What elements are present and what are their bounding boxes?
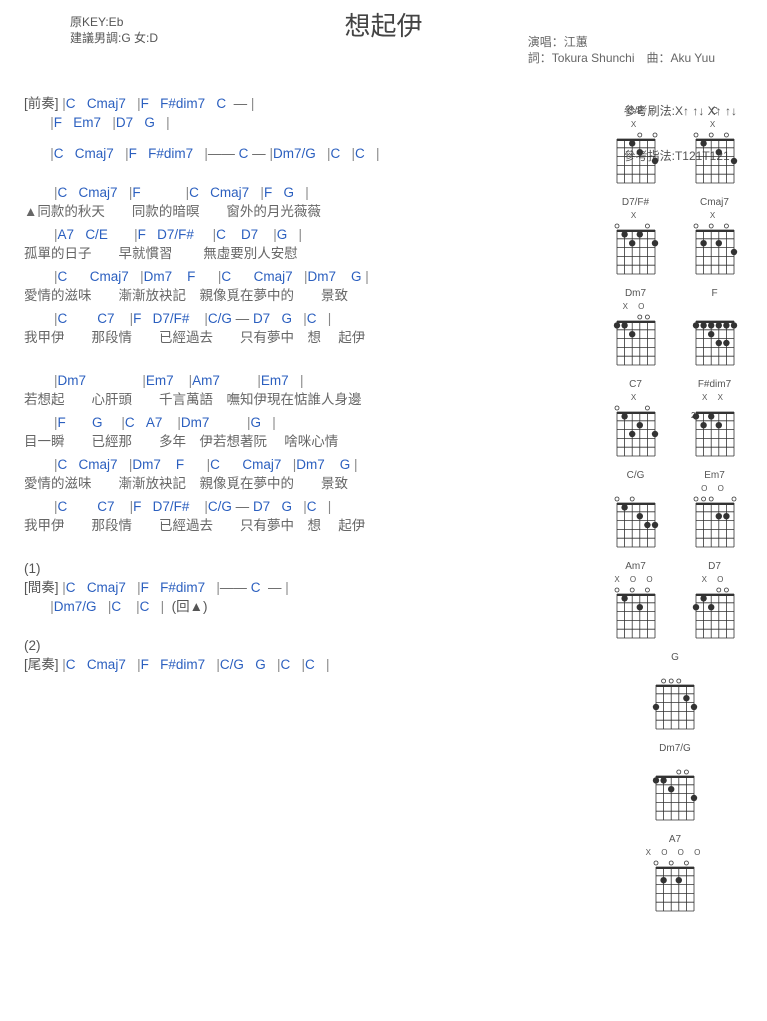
chord-diagram-marks: O O [701, 484, 728, 493]
chord-diagram-label: G [671, 652, 679, 664]
svg-text:2: 2 [691, 411, 696, 420]
intro-line-2: |F Em7 |D7 G | [24, 114, 624, 131]
chord-diagram-marks: X O [623, 302, 649, 311]
lyricist-composer: 詞：Tokura Shunchi 曲：Aku Yuu [528, 50, 715, 66]
chord-diagram-label: C7 [629, 379, 642, 391]
marker-1: (1) [24, 560, 624, 577]
outro-line-1: [尾奏] |C Cmaj7 |F F#dim7 |C/G G |C |C | [24, 656, 624, 673]
key-info: 原KEY:Eb 建議男調:G 女:D [70, 14, 158, 46]
chord-diagram-label: F [711, 288, 717, 300]
chord-diagram-marks: X [631, 120, 640, 129]
chord-diagram-marks: X [710, 211, 719, 220]
chord-diagram-column: C/E X C X D7/F# X Cmaj7 X Dm7 [605, 106, 745, 913]
chord-diagram-D7F: D7/F# X [605, 197, 666, 276]
lyrics-2: 孤單的日子 早就慣習 無虛要別人安慰 [24, 245, 624, 262]
chord-diagram-label: Am7 [625, 561, 646, 573]
song-title: 想起伊 [344, 6, 422, 43]
chord-diagram-label: Em7 [704, 470, 725, 482]
chord-diagram-C: C X [684, 106, 745, 185]
chord-diagram-marks: X X [702, 393, 727, 402]
chord-sheet: [前奏] |C Cmaj7 |F F#dim7 C — | |F Em7 |D7… [0, 80, 624, 673]
verse1-chords-a: |C Cmaj7 |F |C Cmaj7 |F G | [24, 184, 624, 201]
lyrics-8: 我甲伊 那段情 已經過去 只有夢中 想 起伊 [24, 517, 624, 534]
chord-diagram-Fdim7: F#dim7 X X 2 [684, 379, 745, 458]
chord-diagram-Cmaj7: Cmaj7 X [684, 197, 745, 276]
chord-diagram-label: Cmaj7 [700, 197, 729, 209]
verse1-chords-c: |C Cmaj7 |Dm7 F |C Cmaj7 |Dm7 G | [24, 268, 624, 285]
chord-diagram-label: D7/F# [622, 197, 649, 209]
chord-diagram-label: C/G [627, 470, 645, 482]
interlude-line-2: |Dm7/G |C |C | (回▲) [24, 598, 624, 615]
lyrics-6: 目一瞬 已經那 多年 伊若想著阮 啥咪心情 [24, 433, 624, 450]
intro-line-3: |C Cmaj7 |F F#dim7 |—— C — |Dm7/G |C |C … [24, 145, 624, 162]
chord-diagram-label: Dm7 [625, 288, 646, 300]
chord-diagram-marks: X O O O [646, 848, 705, 857]
chord-diagram-F: F [684, 288, 745, 367]
chord-diagram-Am7: Am7 X O O [605, 561, 666, 640]
original-key: 原KEY:Eb [70, 14, 158, 30]
chord-diagram-marks: X [631, 393, 640, 402]
suggestion: 建議男調:G 女:D [70, 30, 158, 46]
chord-diagram-label: A7 [669, 834, 681, 846]
chord-diagram-label: D7 [708, 561, 721, 573]
chord-diagram-marks: X [710, 120, 719, 129]
chord-diagram-Dm7G: Dm7/G [644, 743, 706, 822]
chord-diagram-CG: C/G [605, 470, 666, 549]
chord-diagram-label: Dm7/G [659, 743, 691, 755]
chord-diagram-G: G [644, 652, 706, 731]
interlude-line-1: [間奏] |C Cmaj7 |F F#dim7 |—— C — | [24, 579, 624, 596]
verse2-chords-b: |F G |C A7 |Dm7 |G | [24, 414, 624, 431]
chord-diagram-label: C/E [627, 106, 644, 118]
chord-diagram-A7: A7 X O O O [644, 834, 706, 913]
chord-diagram-label: C [711, 106, 718, 118]
chord-diagram-label: F#dim7 [698, 379, 731, 391]
chord-diagram-marks: X [631, 211, 640, 220]
lyrics-3: 愛情的滋味 漸漸放袂記 親像覓在夢中的 景致 [24, 287, 624, 304]
verse2-chords-c: |C Cmaj7 |Dm7 F |C Cmaj7 |Dm7 G | [24, 456, 624, 473]
credits: 演唱：江蕙 詞：Tokura Shunchi 曲：Aku Yuu [528, 34, 715, 66]
marker-2: (2) [24, 637, 624, 654]
verse1-chords-b: |A7 C/E |F D7/F# |C D7 |G | [24, 226, 624, 243]
verse2-chords-a: |Dm7 |Em7 |Am7 |Em7 | [24, 372, 624, 389]
verse1-chords-d: |C C7 |F D7/F# |C/G — D7 G |C | [24, 310, 624, 327]
chord-diagram-C7: C7 X [605, 379, 666, 458]
chord-diagram-CE: C/E X [605, 106, 666, 185]
chord-diagram-Dm7: Dm7 X O [605, 288, 666, 367]
header: 原KEY:Eb 建議男調:G 女:D 想起伊 演唱：江蕙 詞：Tokura Sh… [0, 0, 767, 80]
performer: 演唱：江蕙 [528, 34, 715, 50]
intro-line-1: [前奏] |C Cmaj7 |F F#dim7 C — | [24, 95, 624, 112]
chord-diagram-Em7: Em7 O O [684, 470, 745, 549]
chord-diagram-D7: D7 X O [684, 561, 745, 640]
chord-diagram-marks: X O O [614, 575, 656, 584]
lyrics-4: 我甲伊 那段情 已經過去 只有夢中 想 起伊 [24, 329, 624, 346]
lyrics-7: 愛情的滋味 漸漸放袂記 親像覓在夢中的 景致 [24, 475, 624, 492]
lyrics-1: ▲同款的秋天 同款的暗暝 窗外的月光薇薇 [24, 203, 624, 220]
lyrics-5: 若想起 心肝頭 千言萬語 嘸知伊現在惦誰人身邊 [24, 391, 624, 408]
verse2-chords-d: |C C7 |F D7/F# |C/G — D7 G |C | [24, 498, 624, 515]
chord-diagram-marks: X O [702, 575, 728, 584]
